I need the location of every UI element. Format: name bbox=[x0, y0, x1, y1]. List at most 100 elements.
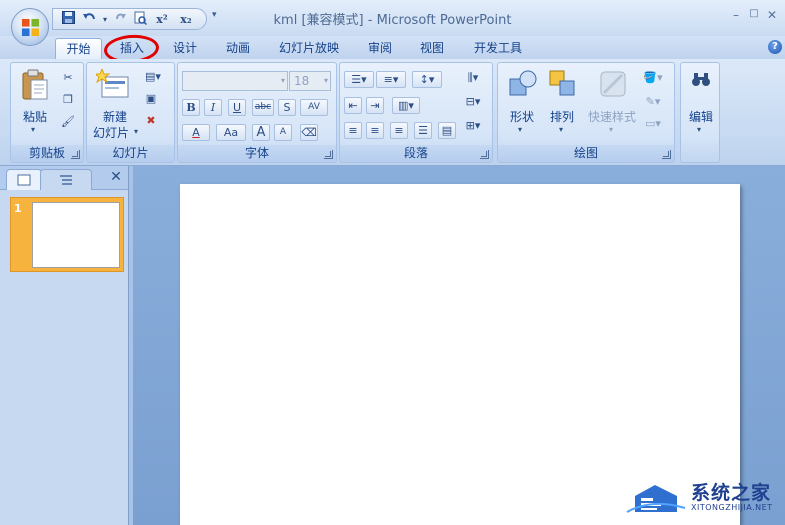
tab-developer[interactable]: 开发工具 bbox=[464, 38, 532, 59]
new-slide-label-2[interactable]: 幻灯片 bbox=[89, 124, 133, 141]
align-center-icon[interactable]: ≡ bbox=[366, 122, 384, 139]
font-name-combo[interactable]: ▾ bbox=[182, 71, 288, 91]
arrange-dropdown[interactable]: ▾ bbox=[559, 125, 563, 134]
save-icon[interactable] bbox=[59, 11, 77, 28]
paste-icon[interactable] bbox=[21, 69, 49, 101]
distributed-icon[interactable]: ▤ bbox=[438, 122, 456, 139]
editing-button[interactable]: 编辑 bbox=[683, 108, 719, 125]
quick-access-toolbar: ▾ x² x₂ bbox=[52, 8, 207, 30]
scissors-icon[interactable]: ✂ bbox=[59, 69, 77, 86]
new-slide-icon[interactable] bbox=[96, 69, 130, 99]
font-color-button[interactable]: A bbox=[182, 124, 210, 141]
slide-thumbnail-selected[interactable]: 1 bbox=[10, 197, 124, 272]
decrease-indent-icon[interactable]: ⇤ bbox=[344, 97, 362, 114]
underline-button[interactable]: U bbox=[228, 99, 246, 116]
quick-styles-dropdown[interactable]: ▾ bbox=[609, 125, 613, 134]
tab-view[interactable]: 视图 bbox=[410, 38, 454, 59]
shapes-icon[interactable] bbox=[508, 69, 538, 99]
restore-button[interactable]: □ bbox=[745, 8, 763, 24]
grow-font-button[interactable]: A bbox=[252, 124, 270, 141]
align-left-icon[interactable]: ≡ bbox=[344, 122, 362, 139]
arrange-icon[interactable] bbox=[548, 69, 578, 99]
new-slide-label-1[interactable]: 新建 bbox=[91, 108, 139, 125]
bold-button[interactable]: B bbox=[182, 99, 200, 116]
clipboard-launcher-icon[interactable] bbox=[71, 150, 80, 159]
format-painter-icon[interactable]: 🖌 bbox=[59, 113, 77, 130]
watermark-title: 系统之家 bbox=[691, 482, 772, 504]
copy-icon[interactable]: ❐ bbox=[59, 91, 77, 108]
columns-icon[interactable]: ▥▾ bbox=[392, 97, 420, 114]
slides-group: 新建 幻灯片 ▾ ▤▾ ▣ ✖ 幻灯片 bbox=[86, 62, 175, 163]
tab-review[interactable]: 审阅 bbox=[358, 38, 402, 59]
italic-button[interactable]: I bbox=[204, 99, 222, 116]
office-button[interactable] bbox=[11, 8, 49, 46]
quick-styles-icon bbox=[600, 71, 626, 97]
font-size-combo[interactable]: 18 ▾ bbox=[289, 71, 331, 91]
print-preview-icon[interactable] bbox=[131, 11, 149, 28]
character-spacing-button[interactable]: AV bbox=[300, 99, 328, 116]
font-group-label: 字体 bbox=[178, 145, 336, 162]
align-text-icon[interactable]: ⊟▾ bbox=[460, 93, 486, 110]
paragraph-launcher-icon[interactable] bbox=[480, 150, 489, 159]
drawing-launcher-icon[interactable] bbox=[662, 150, 671, 159]
shadow-button[interactable]: S bbox=[278, 99, 296, 116]
line-spacing-icon[interactable]: ↕▾ bbox=[412, 71, 442, 88]
editing-dropdown[interactable]: ▾ bbox=[697, 125, 701, 134]
strikethrough-button[interactable]: abc bbox=[252, 99, 274, 116]
drawing-group: 形状 ▾ 排列 ▾ 快速样式 ▾ 🪣▾ ✎▾ ▭▾ 绘图 bbox=[497, 62, 675, 163]
quick-styles-button[interactable]: 快速样式 bbox=[586, 108, 638, 125]
slide-number: 1 bbox=[14, 202, 22, 215]
minimize-button[interactable]: – bbox=[727, 8, 745, 24]
binoculars-icon[interactable] bbox=[691, 71, 711, 87]
slide-canvas[interactable] bbox=[180, 184, 740, 525]
tab-slide-show[interactable]: 幻灯片放映 bbox=[270, 38, 348, 59]
layout-icon[interactable]: ▤▾ bbox=[142, 68, 164, 85]
shape-effects-icon[interactable]: ▭▾ bbox=[640, 115, 666, 132]
shape-fill-icon[interactable]: 🪣▾ bbox=[640, 69, 666, 86]
tab-outline[interactable] bbox=[40, 169, 92, 190]
paste-dropdown[interactable]: ▾ bbox=[31, 125, 35, 134]
clear-formatting-icon[interactable]: ⌫ bbox=[300, 124, 318, 141]
paste-button[interactable]: 粘贴 bbox=[19, 108, 51, 125]
shape-outline-icon[interactable]: ✎▾ bbox=[640, 93, 666, 110]
reset-slide-icon[interactable]: ▣ bbox=[142, 90, 160, 107]
justify-icon[interactable]: ☰ bbox=[414, 122, 432, 139]
help-icon[interactable]: ? bbox=[768, 40, 782, 54]
paragraph-group-label: 段落 bbox=[340, 145, 492, 162]
paragraph-group: ☰▾ ≡▾ ↕▾ ⫼▾ ⇤ ⇥ ▥▾ ⊟▾ ≡ ≡ ≡ ☰ ▤ ⊞▾ 段落 bbox=[339, 62, 493, 163]
tab-home[interactable]: 开始 bbox=[55, 38, 102, 59]
customize-qat-button[interactable]: ▾ bbox=[212, 10, 222, 24]
superscript-button[interactable]: x² bbox=[153, 11, 171, 28]
close-button[interactable]: ✕ bbox=[763, 8, 781, 24]
font-launcher-icon[interactable] bbox=[324, 150, 333, 159]
editing-group: 编辑 ▾ bbox=[680, 62, 720, 163]
close-panel-icon[interactable]: ✕ bbox=[108, 169, 124, 186]
change-case-button[interactable]: Aa bbox=[216, 124, 246, 141]
redo-icon[interactable] bbox=[111, 11, 129, 28]
delete-slide-icon[interactable]: ✖ bbox=[142, 112, 160, 129]
new-slide-dropdown[interactable]: ▾ bbox=[134, 127, 138, 136]
increase-indent-icon[interactable]: ⇥ bbox=[366, 97, 384, 114]
shapes-button[interactable]: 形状 bbox=[504, 108, 540, 125]
numbering-icon[interactable]: ≡▾ bbox=[376, 71, 406, 88]
slides-tab-icon bbox=[17, 174, 31, 186]
office-logo-icon bbox=[21, 18, 40, 37]
bullets-icon[interactable]: ☰▾ bbox=[344, 71, 374, 88]
arrange-button[interactable]: 排列 bbox=[544, 108, 580, 125]
text-direction-icon[interactable]: ⫼▾ bbox=[460, 69, 486, 86]
tab-animations[interactable]: 动画 bbox=[216, 38, 260, 59]
panel-tabs: ✕ bbox=[0, 166, 133, 190]
tab-slides[interactable] bbox=[6, 169, 42, 190]
subscript-button[interactable]: x₂ bbox=[177, 11, 195, 28]
font-group: ▾ 18 ▾ B I U abc S AV A Aa A A ⌫ 字体 bbox=[177, 62, 337, 163]
ribbon: 粘贴 ▾ ✂ ❐ 🖌 剪贴板 新建 幻灯片 ▾ ▤▾ ▣ ✖ 幻灯片 ▾ 18 ▾… bbox=[0, 59, 785, 166]
shrink-font-button[interactable]: A bbox=[274, 124, 292, 141]
slides-group-label: 幻灯片 bbox=[87, 145, 174, 162]
slides-panel: ✕ 1 bbox=[0, 166, 133, 525]
tab-design[interactable]: 设计 bbox=[164, 38, 206, 59]
slide-thumbnail[interactable] bbox=[32, 202, 120, 268]
shapes-dropdown[interactable]: ▾ bbox=[518, 125, 522, 134]
smartart-icon[interactable]: ⊞▾ bbox=[460, 117, 486, 134]
clipboard-group: 粘贴 ▾ ✂ ❐ 🖌 剪贴板 bbox=[10, 62, 84, 163]
align-right-icon[interactable]: ≡ bbox=[390, 122, 408, 139]
